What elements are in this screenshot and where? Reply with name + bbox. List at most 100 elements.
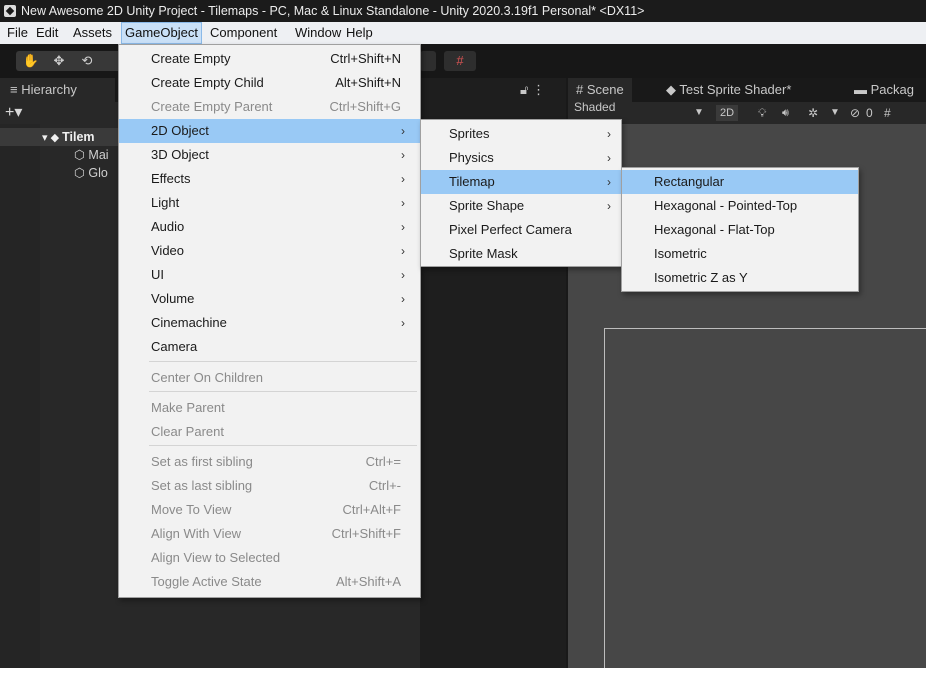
submenu-arrow-icon: › bbox=[607, 151, 611, 165]
menu-item-label: Set as last sibling bbox=[151, 478, 253, 493]
submenu-arrow-icon: › bbox=[607, 199, 611, 213]
effects-dropdown-icon[interactable]: ▼ bbox=[830, 102, 840, 124]
shading-mode-dropdown[interactable]: Shaded bbox=[574, 96, 615, 118]
shader-icon: ◆ bbox=[666, 82, 676, 97]
menu-file[interactable]: File bbox=[4, 22, 31, 44]
hierarchy-child-item[interactable]: ⬡ Glo bbox=[0, 164, 118, 182]
submenu-arrow-icon: › bbox=[607, 175, 611, 189]
tilemap-submenu: Rectangular Hexagonal - Pointed-Top Hexago… bbox=[621, 167, 859, 292]
menu-item-label: Hexagonal - Flat-Top bbox=[654, 222, 775, 237]
hierarchy-child-item[interactable]: ⬡ Mai bbox=[0, 146, 118, 164]
submenu-arrow-icon: › bbox=[401, 196, 405, 210]
tab-package-label: Packag bbox=[870, 82, 914, 97]
menu-item-set-as-first-sibling[interactable]: Set as first sibling Ctrl+= bbox=[119, 450, 420, 474]
menu-item-label: Light bbox=[151, 195, 180, 210]
menu-item-pixel-perfect-camera[interactable]: Pixel Perfect Camera bbox=[421, 218, 621, 242]
menu-item-isometric[interactable]: Isometric bbox=[622, 242, 858, 266]
menu-item-label: Align With View bbox=[151, 526, 242, 541]
lighting-toggle-icon[interactable]: 💡︎ bbox=[758, 102, 766, 124]
menu-item-sprite-shape[interactable]: Sprite Shape › bbox=[421, 194, 621, 218]
menu-item-make-parent[interactable]: Make Parent bbox=[119, 396, 420, 420]
submenu-arrow-icon: › bbox=[607, 127, 611, 141]
menu-item-3d-object[interactable]: 3D Object › bbox=[119, 143, 420, 167]
menu-item-sprite-mask[interactable]: Sprite Mask bbox=[421, 242, 621, 266]
lock-icon[interactable]: 🔓︎ bbox=[520, 82, 528, 97]
menu-component[interactable]: Component bbox=[207, 22, 280, 44]
menu-item-clear-parent[interactable]: Clear Parent bbox=[119, 420, 420, 444]
toolbar-button[interactable] bbox=[420, 51, 436, 71]
unity-scene-icon: ▾ ◆ bbox=[42, 132, 63, 144]
menu-item-label: Create Empty bbox=[151, 51, 231, 66]
submenu-arrow-icon: › bbox=[401, 124, 405, 138]
menu-item-label: Rectangular bbox=[654, 174, 725, 189]
audio-toggle-icon[interactable]: 🔊︎ bbox=[782, 102, 789, 124]
menu-item-isometric-z-as-y[interactable]: Isometric Z as Y bbox=[622, 266, 858, 290]
menu-item-camera[interactable]: Camera bbox=[119, 335, 420, 359]
tab-package-manager[interactable]: ▬ Packag bbox=[854, 78, 914, 102]
menu-item-ui[interactable]: UI › bbox=[119, 263, 420, 287]
bottom-margin bbox=[0, 668, 926, 673]
menu-item-label: Isometric Z as Y bbox=[654, 270, 748, 285]
menu-item-create-empty[interactable]: Create Empty Ctrl+Shift+N bbox=[119, 47, 420, 71]
menu-item-label: Clear Parent bbox=[151, 424, 224, 439]
menu-item-video[interactable]: Video › bbox=[119, 239, 420, 263]
menu-item-shortcut: Ctrl+Alt+F bbox=[342, 502, 401, 517]
menu-item-label: 2D Object bbox=[151, 123, 209, 138]
menu-item-cinemachine[interactable]: Cinemachine › bbox=[119, 311, 420, 335]
menu-item-create-empty-parent[interactable]: Create Empty Parent Ctrl+Shift+G bbox=[119, 95, 420, 119]
hierarchy-root-label: Tilem bbox=[62, 130, 95, 144]
menu-item-light[interactable]: Light › bbox=[119, 191, 420, 215]
menu-item-label: Camera bbox=[151, 339, 198, 354]
more-options-icon[interactable]: ⋮ bbox=[532, 82, 545, 97]
panel-lock-controls: 🔓︎ ⋮ bbox=[520, 80, 566, 100]
menu-item-volume[interactable]: Volume › bbox=[119, 287, 420, 311]
rotate-tool-icon[interactable]: ⟲ bbox=[76, 51, 98, 71]
menu-item-physics[interactable]: Physics › bbox=[421, 146, 621, 170]
menu-item-center-on-children[interactable]: Center On Children bbox=[119, 366, 420, 390]
menu-item-label: Isometric bbox=[654, 246, 707, 261]
effects-toggle-icon[interactable]: ✲ bbox=[808, 102, 818, 124]
menu-gameobject[interactable]: GameObject bbox=[121, 22, 202, 44]
menu-item-align-view-to-selected[interactable]: Align View to Selected bbox=[119, 546, 420, 570]
menu-item-2d-object[interactable]: 2D Object › bbox=[119, 119, 420, 143]
menu-item-label: Sprites bbox=[449, 126, 490, 141]
menu-item-label: Set as first sibling bbox=[151, 454, 253, 469]
menu-item-audio[interactable]: Audio › bbox=[119, 215, 420, 239]
toggle-2d-button[interactable]: 2D bbox=[716, 105, 739, 121]
grid-toggle-icon[interactable]: # bbox=[884, 102, 891, 124]
menu-item-label: Center On Children bbox=[151, 370, 263, 385]
scene-tab-row: # Scene ◆ Test Sprite Shader* ▬ Packag bbox=[568, 78, 926, 102]
menu-item-label: Sprite Mask bbox=[449, 246, 518, 261]
menu-edit[interactable]: Edit bbox=[33, 22, 61, 44]
hierarchy-tab[interactable]: ≡ Hierarchy bbox=[0, 78, 115, 102]
menu-item-set-as-last-sibling[interactable]: Set as last sibling Ctrl+- bbox=[119, 474, 420, 498]
move-tool-icon[interactable]: ✥ bbox=[48, 51, 70, 71]
hierarchy-root-item[interactable]: ▾ ◆ Tilem bbox=[0, 128, 118, 146]
grid-snap-icon[interactable]: # bbox=[444, 51, 476, 71]
menu-item-move-to-view[interactable]: Move To View Ctrl+Alt+F bbox=[119, 498, 420, 522]
tab-test-sprite-shader[interactable]: ◆ Test Sprite Shader* bbox=[666, 78, 791, 102]
dropdown-chevron-icon[interactable]: ▼ bbox=[694, 102, 704, 124]
menu-item-label: Effects bbox=[151, 171, 191, 186]
gameobject-cube-icon: ⬡ bbox=[74, 166, 85, 180]
hand-tool-icon[interactable]: ✋ bbox=[20, 51, 42, 71]
menu-item-sprites[interactable]: Sprites › bbox=[421, 122, 621, 146]
menu-item-create-empty-child[interactable]: Create Empty Child Alt+Shift+N bbox=[119, 71, 420, 95]
menu-help[interactable]: Help bbox=[343, 22, 376, 44]
menu-assets[interactable]: Assets bbox=[70, 22, 115, 44]
submenu-arrow-icon: › bbox=[401, 268, 405, 282]
menu-item-hexagonal-pointed-top[interactable]: Hexagonal - Pointed-Top bbox=[622, 194, 858, 218]
submenu-arrow-icon: › bbox=[401, 244, 405, 258]
menu-item-label: Physics bbox=[449, 150, 494, 165]
submenu-arrow-icon: › bbox=[401, 292, 405, 306]
hierarchy-child-label: Mai bbox=[88, 148, 109, 162]
menu-item-effects[interactable]: Effects › bbox=[119, 167, 420, 191]
menu-item-rectangular[interactable]: Rectangular bbox=[622, 170, 858, 194]
menu-item-align-with-view[interactable]: Align With View Ctrl+Shift+F bbox=[119, 522, 420, 546]
hidden-objects-icon[interactable]: ⊘ bbox=[850, 102, 860, 124]
menu-item-tilemap[interactable]: Tilemap › bbox=[421, 170, 621, 194]
menu-item-hexagonal-flat-top[interactable]: Hexagonal - Flat-Top bbox=[622, 218, 858, 242]
menu-item-label: Move To View bbox=[151, 502, 232, 517]
menu-window[interactable]: Window bbox=[292, 22, 344, 44]
menu-item-toggle-active-state[interactable]: Toggle Active State Alt+Shift+A bbox=[119, 570, 420, 594]
